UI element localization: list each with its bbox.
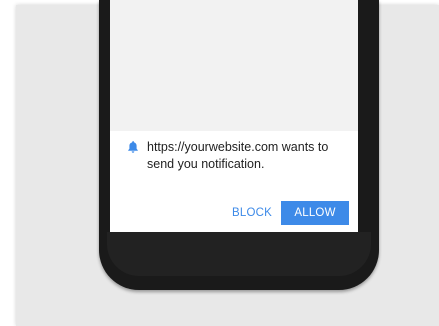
notification-dialog: https://yourwebsite.com wants to send yo… — [110, 131, 358, 232]
phone-screen: https://yourwebsite.com wants to send yo… — [110, 0, 358, 232]
block-button[interactable]: BLOCK — [226, 201, 278, 225]
bell-icon — [126, 140, 140, 154]
notification-message-row: https://yourwebsite.com wants to send yo… — [126, 139, 352, 173]
phone-bezel — [107, 232, 371, 276]
allow-button[interactable]: ALLOW — [281, 201, 349, 225]
notification-message: https://yourwebsite.com wants to send yo… — [147, 140, 329, 171]
